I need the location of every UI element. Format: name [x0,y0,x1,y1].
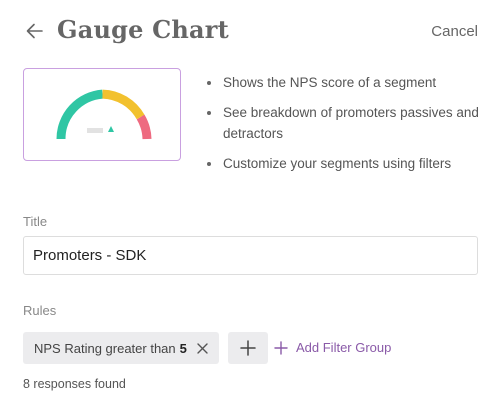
cancel-button[interactable]: Cancel [431,23,478,40]
rules-label: Rules [23,303,57,318]
feature-item: Shows the NPS score of a segment [205,72,485,93]
rule-chip-label: NPS Rating greater than [34,340,176,356]
feature-item: Customize your segments using filters [205,153,485,174]
rule-chip-value: 5 [179,340,187,356]
gauge-preview-icon [56,89,152,140]
plus-icon [240,340,256,356]
title-input[interactable] [23,236,478,275]
title-label: Title [23,214,48,229]
add-filter-group-button[interactable]: Add Filter Group [274,340,391,355]
plus-icon [274,340,288,355]
header: Gauge Chart Cancel [0,0,501,64]
add-filter-group-label: Add Filter Group [296,340,392,355]
responses-count: 8 responses found [23,377,126,391]
page-title: Gauge Chart [57,15,229,44]
rule-chip[interactable]: NPS Rating greater than 5 [23,332,219,364]
feature-item: See breakdown of promoters passives and … [205,102,485,144]
back-button[interactable] [24,20,46,42]
close-icon [197,342,208,354]
add-rule-button[interactable] [228,332,268,364]
feature-list: Shows the NPS score of a segment See bre… [205,72,485,183]
arrow-left-icon [26,23,43,39]
gauge-preview [23,68,181,161]
remove-rule-button[interactable] [197,342,208,354]
